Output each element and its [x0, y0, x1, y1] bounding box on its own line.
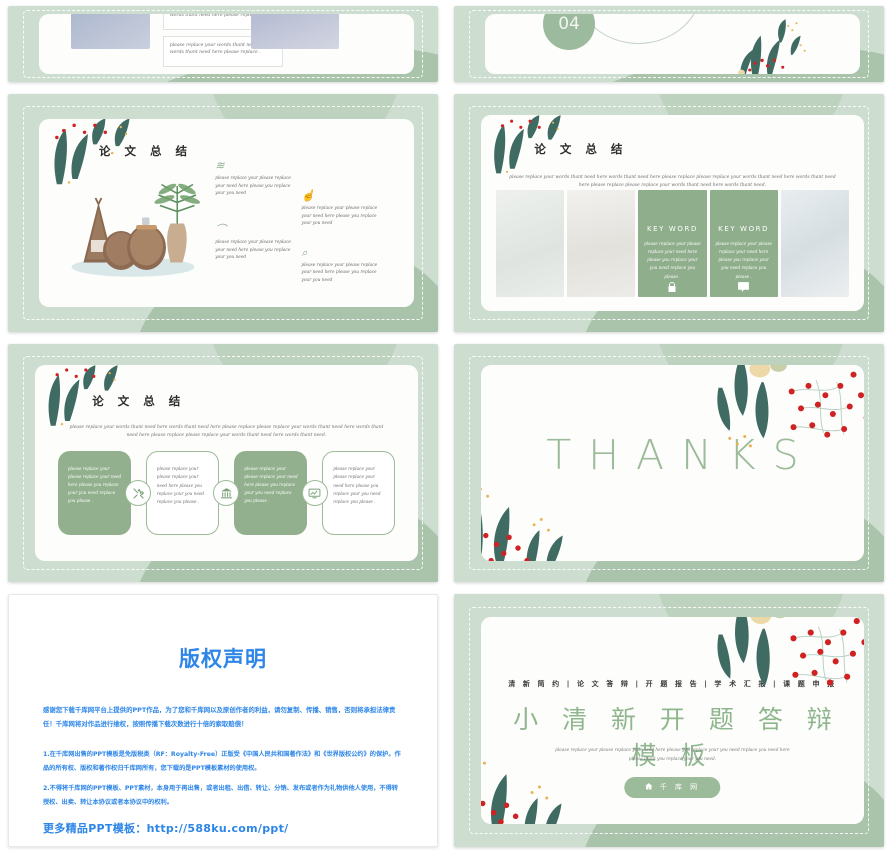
keyword-card-2[interactable]: KEY WORD please replace your please repl…	[709, 189, 778, 297]
lead-paragraph: please replace your words thant need her…	[69, 424, 384, 439]
floral-decoration-bottom-left	[480, 455, 611, 561]
gallery-cell-7[interactable]: 版权声明 感谢您下载千库网平台上提供的PPT作品，为了您和千库网以及原创作者的利…	[0, 588, 446, 853]
copyright-para-3: 2.不得将千库网的PPT模板、PPT素材，本身用于再出售，或者出租、出借、转让、…	[43, 784, 398, 806]
feature-item-3-text: please replace your please replace your …	[301, 206, 378, 227]
gallery-cell-3[interactable]: 论 文 总 结 ≋ please replace your please rep…	[0, 88, 446, 338]
tools-icon	[125, 480, 152, 507]
slide-inner: 论 文 总 结 please replace your words thant …	[34, 365, 419, 561]
process-joint-3	[301, 443, 328, 543]
process-card-4-text: please replace your please replace your …	[333, 466, 381, 504]
feature-item-4-text: please replace your please replace your …	[301, 262, 378, 283]
slide-inner: 清 新 简 约 | 论 文 答 辩 | 开 题 报 告 | 学 术 汇 报 | …	[480, 616, 865, 825]
process-card-1[interactable]: please replace your please replace your …	[57, 451, 131, 536]
message-icon	[737, 281, 750, 295]
chart-icon	[301, 480, 328, 507]
touch-icon: ☝	[301, 189, 316, 203]
rattan-illustration	[58, 168, 208, 285]
process-card-3-text: please replace your please replace your …	[244, 465, 298, 504]
gallery-cell-1[interactable]: please replace your words thant need her…	[0, 0, 446, 88]
keyword-card-2-text: please replace your please replace your …	[715, 240, 772, 279]
process-cards: please replace your please replace your …	[57, 443, 396, 543]
copyright-link[interactable]: 更多精品PPT模板：http://588ku.com/ppt/	[43, 820, 403, 836]
page-title: 论 文 总 结	[534, 141, 628, 156]
feature-item-1-text: please replace your please replace your …	[215, 176, 291, 197]
slide-thumbnail-5[interactable]: 论 文 总 结 please replace your words thant …	[8, 344, 438, 582]
slide-thumbnail-6[interactable]: THANKS	[454, 344, 884, 582]
keyword-card-1-heading: KEY WORD	[646, 224, 698, 233]
gallery-cell-5[interactable]: 论 文 总 结 please replace your words thant …	[0, 338, 446, 588]
page-title: 论 文 总 结	[98, 144, 192, 159]
cactus-photo	[567, 189, 636, 297]
slide-inner: 论 文 总 结 please replace your words thant …	[480, 115, 865, 311]
search-icon: ⌕	[301, 245, 308, 259]
keyword-card-1-text: please replace your please replace your …	[644, 240, 701, 279]
copyright-para-2: 1.在千库网出售的PPT模板是免版税类（RF：Royalty-Free）正版受《…	[43, 750, 401, 772]
gallery-cell-2[interactable]: 04	[446, 0, 892, 88]
keyword-card-1[interactable]: KEY WORD please replace your please repl…	[638, 189, 707, 297]
slide-thumbnail-3[interactable]: 论 文 总 结 ≋ please replace your please rep…	[8, 94, 438, 332]
process-card-4[interactable]: please replace your please replace your …	[322, 451, 396, 536]
gallery-cell-4[interactable]: 论 文 总 结 please replace your words thant …	[446, 88, 892, 338]
process-card-1-text: please replace your please replace your …	[67, 465, 122, 504]
brand-button[interactable]: 千 库 网	[624, 776, 721, 798]
gallery-cell-8[interactable]: 清 新 简 约 | 论 文 答 辩 | 开 题 报 告 | 学 术 汇 报 | …	[446, 588, 892, 853]
feature-item-2: ⌒ please replace your please replace you…	[215, 224, 301, 262]
brand-button-label: 千 库 网	[659, 783, 701, 792]
process-joint-2	[213, 443, 240, 543]
slide-inner: 04	[484, 13, 860, 75]
page-title: 论 文 总 结	[92, 393, 186, 408]
keyword-strip: KEY WORD please replace your please repl…	[495, 189, 849, 297]
slide-thumbnail-7[interactable]: 版权声明 感谢您下载千库网平台上提供的PPT作品，为了您和千库网以及原创作者的利…	[8, 594, 438, 847]
feature-item-1: ≋ please replace your please replace you…	[215, 160, 301, 198]
slide-inner: please replace your words thant need her…	[38, 13, 414, 75]
slide-thumbnail-1[interactable]: please replace your words thant need her…	[8, 6, 438, 82]
slide-gallery: please replace your words thant need her…	[0, 0, 892, 853]
home-icon	[645, 782, 654, 793]
bedroom-photo	[780, 189, 849, 297]
slide-inner: THANKS	[480, 365, 865, 561]
feature-item-3: ☝ please replace your please replace you…	[301, 190, 387, 228]
process-card-2-text: please replace your please replace your …	[156, 466, 205, 504]
bank-icon	[213, 480, 240, 507]
process-card-2[interactable]: please replace your please replace your …	[145, 451, 219, 536]
copyright-title: 版权声明	[179, 647, 267, 671]
floral-decoration-bottom-left	[480, 721, 611, 825]
feature-item-2-text: please replace your please replace your …	[215, 240, 291, 261]
feature-item-4: ⌕ please replace your please replace you…	[301, 247, 387, 285]
floral-decoration-top-right	[711, 365, 865, 485]
foliage-decoration	[725, 15, 807, 75]
section-number-badge: 04	[543, 13, 596, 51]
slide-inner: 论 文 总 结 ≋ please replace your please rep…	[38, 118, 414, 308]
pitcher-photo	[250, 13, 339, 49]
floral-decoration-top-right	[711, 616, 865, 735]
copyright-para-1: 感谢您下载千库网平台上提供的PPT作品，为了您和千库网以及原创作者的利益，请勿复…	[43, 706, 396, 729]
slide-thumbnail-4[interactable]: 论 文 总 结 please replace your words thant …	[454, 94, 884, 332]
vase-photo	[495, 189, 565, 297]
wifi-icon: ≋	[215, 159, 225, 173]
keyword-card-2-heading: KEY WORD	[718, 224, 770, 233]
lead-paragraph: please replace your words thant need her…	[509, 174, 836, 189]
slide-thumbnail-2[interactable]: 04	[454, 6, 884, 82]
slide-thumbnail-8[interactable]: 清 新 简 约 | 论 文 答 辩 | 开 题 报 告 | 学 术 汇 报 | …	[454, 594, 884, 847]
headphones-icon: ⌒	[215, 223, 227, 237]
lock-icon	[666, 281, 678, 295]
process-card-3[interactable]: please replace your please replace your …	[234, 451, 308, 536]
teacup-photo	[70, 13, 150, 49]
process-joint-1	[125, 443, 152, 543]
gallery-cell-6[interactable]: THANKS	[446, 338, 892, 588]
copyright-slide: 版权声明 感谢您下载千库网平台上提供的PPT作品，为了您和千库网以及原创作者的利…	[9, 595, 437, 846]
